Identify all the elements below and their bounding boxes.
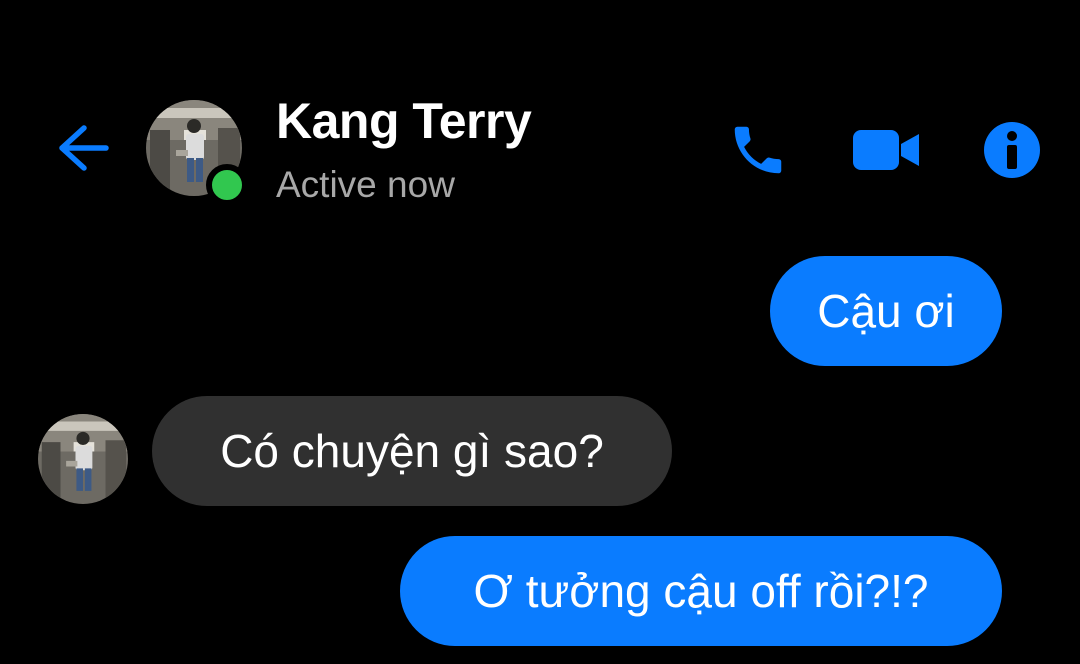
arrow-left-icon bbox=[59, 125, 109, 171]
message-bubble-incoming[interactable]: Có chuyện gì sao? bbox=[152, 396, 672, 506]
chat-header: Kang Terry Active now bbox=[0, 0, 1080, 230]
video-call-button[interactable] bbox=[844, 114, 928, 186]
message-text: Có chuyện gì sao? bbox=[220, 425, 604, 477]
message-text: Cậu ơi bbox=[817, 285, 955, 337]
message-text: Ơ tưởng cậu off rồi?!? bbox=[473, 565, 929, 617]
phone-icon bbox=[734, 126, 782, 174]
contact-name[interactable]: Kang Terry bbox=[276, 92, 532, 150]
video-camera-icon bbox=[853, 130, 919, 170]
contact-status: Active now bbox=[276, 164, 455, 205]
back-button[interactable] bbox=[50, 118, 114, 178]
info-icon bbox=[984, 122, 1040, 178]
online-status-dot bbox=[206, 164, 248, 206]
conversation-info-button[interactable] bbox=[976, 114, 1048, 186]
voice-call-button[interactable] bbox=[722, 114, 794, 186]
message-bubble-outgoing[interactable]: Cậu ơi bbox=[770, 256, 1002, 366]
sender-avatar[interactable] bbox=[38, 414, 128, 504]
message-bubble-outgoing[interactable]: Ơ tưởng cậu off rồi?!? bbox=[400, 536, 1002, 646]
